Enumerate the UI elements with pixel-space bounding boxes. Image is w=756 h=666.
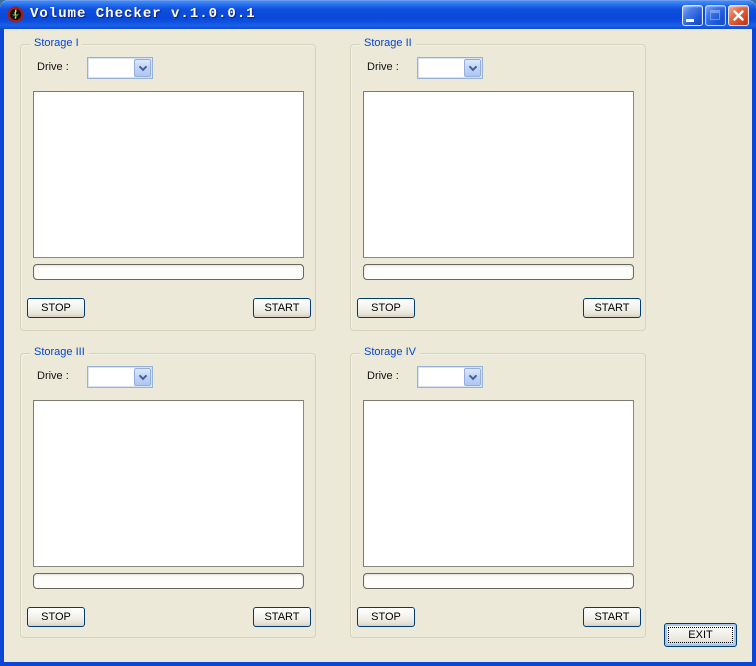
minimize-button[interactable] [682, 5, 703, 26]
storage-panel-2: Storage II Drive : STOP START [350, 44, 646, 331]
drive-label: Drive : [367, 61, 399, 73]
volume-listbox[interactable] [363, 91, 634, 258]
combo-dropdown-button[interactable] [134, 368, 151, 386]
window-frame-bottom [0, 662, 756, 666]
combo-dropdown-button[interactable] [464, 368, 481, 386]
close-icon [732, 9, 745, 25]
exit-button[interactable]: EXIT [664, 623, 737, 647]
window-frame-right [752, 29, 756, 666]
start-button[interactable]: START [253, 298, 311, 318]
volume-listbox[interactable] [33, 400, 304, 567]
chevron-down-icon [138, 62, 146, 70]
progress-bar [363, 264, 634, 280]
app-window: Volume Checker v.1.0.0.1 Storage I Drive… [0, 0, 756, 666]
storage-panel-1: Storage I Drive : STOP START [20, 44, 316, 331]
group-title-storage-4: Storage IV [360, 346, 420, 358]
combo-dropdown-button[interactable] [464, 59, 481, 77]
volume-listbox[interactable] [33, 91, 304, 258]
stop-button[interactable]: STOP [357, 607, 415, 627]
start-button[interactable]: START [253, 607, 311, 627]
maximize-icon [710, 10, 720, 20]
chevron-down-icon [468, 62, 476, 70]
start-button[interactable]: START [583, 298, 641, 318]
drive-combobox[interactable] [417, 57, 483, 79]
storage-panel-4: Storage IV Drive : STOP START [350, 353, 646, 638]
drive-label: Drive : [367, 370, 399, 382]
start-button[interactable]: START [583, 607, 641, 627]
progress-bar [33, 573, 304, 589]
minimize-icon [686, 19, 694, 22]
combo-dropdown-button[interactable] [134, 59, 151, 77]
chevron-down-icon [138, 371, 146, 379]
group-title-storage-2: Storage II [360, 37, 416, 49]
drive-combobox[interactable] [87, 57, 153, 79]
group-title-storage-1: Storage I [30, 37, 83, 49]
group-title-storage-3: Storage III [30, 346, 89, 358]
stop-button[interactable]: STOP [27, 298, 85, 318]
titlebar[interactable]: Volume Checker v.1.0.0.1 [0, 0, 756, 29]
window-title: Volume Checker v.1.0.0.1 [30, 6, 256, 22]
maximize-button [705, 5, 726, 26]
chevron-down-icon [468, 371, 476, 379]
window-frame-left [0, 29, 4, 666]
storage-panel-3: Storage III Drive : STOP START [20, 353, 316, 638]
drive-label: Drive : [37, 61, 69, 73]
app-icon [7, 6, 24, 23]
drive-label: Drive : [37, 370, 69, 382]
drive-combobox[interactable] [417, 366, 483, 388]
volume-listbox[interactable] [363, 400, 634, 567]
drive-combobox[interactable] [87, 366, 153, 388]
stop-button[interactable]: STOP [27, 607, 85, 627]
stop-button[interactable]: STOP [357, 298, 415, 318]
progress-bar [33, 264, 304, 280]
progress-bar [363, 573, 634, 589]
close-button[interactable] [728, 5, 749, 26]
